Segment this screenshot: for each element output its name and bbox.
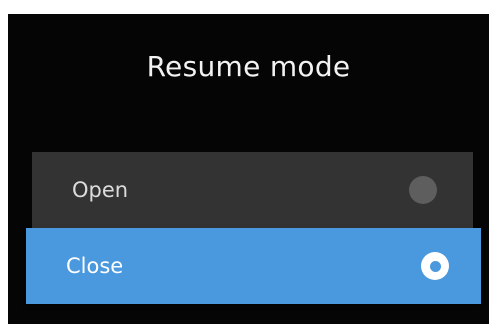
option-open[interactable]: Open [32, 152, 473, 228]
radio-dot-icon [429, 260, 441, 272]
option-open-label: Open [72, 178, 129, 202]
resume-mode-dialog: Resume mode Open Close [8, 14, 489, 324]
radio-unselected-icon[interactable] [409, 176, 437, 204]
option-close-label: Close [66, 254, 124, 278]
option-close[interactable]: Close [26, 228, 481, 304]
dialog-title: Resume mode [146, 50, 351, 83]
radio-selected-icon[interactable] [421, 252, 449, 280]
